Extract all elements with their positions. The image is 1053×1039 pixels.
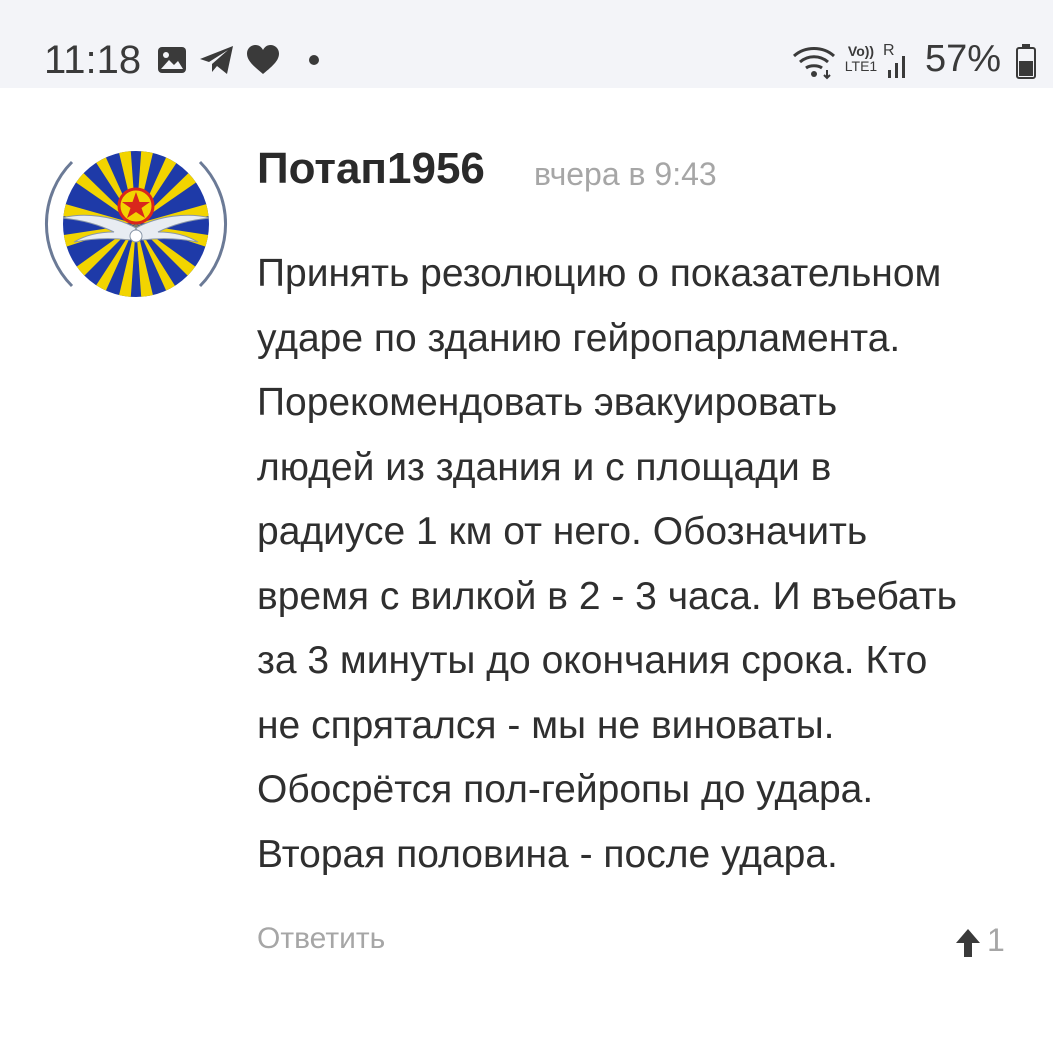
comment-line: Порекомендовать эвакуировать bbox=[257, 381, 838, 424]
comment-body: Принять резолюцию о показательном ударе … bbox=[257, 242, 1037, 887]
comment-line: не спрятался - мы не виноваты. bbox=[257, 703, 835, 747]
author-avatar[interactable] bbox=[44, 140, 228, 308]
arrow-up-icon bbox=[956, 929, 980, 957]
signal-icon bbox=[888, 56, 905, 78]
heart-icon bbox=[247, 45, 279, 74]
upvote-button[interactable]: 1 bbox=[955, 922, 1007, 962]
volte-icon: Vo)) LTE1 bbox=[841, 44, 881, 74]
volte-label: Vo)) bbox=[847, 43, 875, 59]
battery-icon bbox=[1016, 44, 1036, 79]
status-time: 11:18 bbox=[44, 38, 142, 82]
comment-line: Обосрётся пол-гейропы до удара. bbox=[257, 768, 874, 811]
comment-timestamp: вчера в 9:43 bbox=[534, 156, 717, 192]
battery-percent: 57% bbox=[924, 38, 1001, 80]
image-icon bbox=[158, 47, 186, 73]
comment-line: за 3 минуты до окончания срока. Кто bbox=[257, 639, 928, 682]
comment-line: Вторая половина - после удара. bbox=[257, 832, 838, 876]
dot-icon bbox=[309, 55, 319, 65]
comment-line: Принять резолюцию о показательном bbox=[257, 252, 942, 295]
vote-count: 1 bbox=[987, 922, 1005, 958]
lte-label: LTE1 bbox=[844, 58, 878, 74]
comment-line: радиусе 1 км от него. Обозначить bbox=[257, 510, 868, 553]
comment-line: время с вилкой в 2 - 3 часа. И въебать bbox=[257, 574, 957, 618]
reply-button[interactable]: Ответить bbox=[257, 922, 385, 956]
telegram-icon bbox=[200, 46, 233, 74]
comment-author[interactable]: Потап1956 bbox=[257, 144, 485, 194]
wifi-icon bbox=[792, 47, 836, 80]
air-force-emblem-icon bbox=[44, 151, 228, 297]
status-system-icons: Vo)) LTE1 R 57% bbox=[791, 38, 1041, 84]
status-bar: 11:18 Vo)) LTE1 R 57% bbox=[0, 0, 1053, 88]
comment-line: людей из здания и с площади в bbox=[257, 445, 832, 489]
comment-line: ударе по зданию гейропарламента. bbox=[257, 316, 901, 360]
